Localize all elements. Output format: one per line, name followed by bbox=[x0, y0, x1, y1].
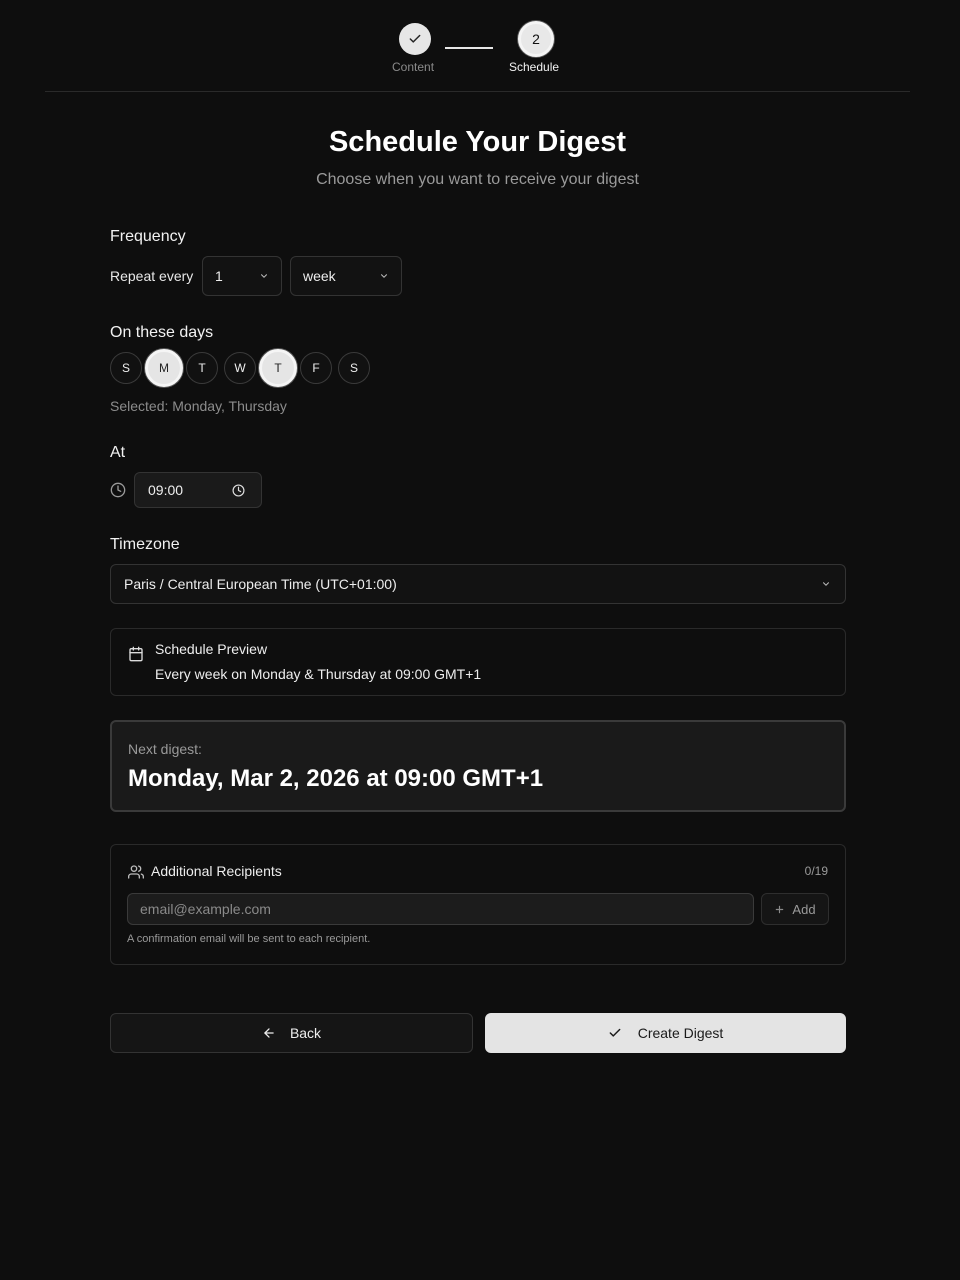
page-subtitle: Choose when you want to receive your dig… bbox=[316, 171, 639, 188]
recipients-count: 0/19 bbox=[804, 864, 828, 878]
page-title: Schedule Your Digest bbox=[328, 126, 627, 158]
unit-select[interactable]: week bbox=[290, 256, 402, 296]
chevron-down-icon bbox=[260, 274, 268, 278]
day-toggle-wednesday[interactable]: W bbox=[224, 352, 256, 384]
schedule-preview-card: Schedule Preview Every week on Monday & … bbox=[110, 628, 846, 696]
next-digest-card: Next digest: Monday, Mar 2, 2026 at 09:0… bbox=[110, 720, 846, 812]
days-label: On these days bbox=[110, 324, 214, 341]
stepper: 2 Content Schedule bbox=[0, 0, 960, 92]
timezone-value: Paris / Central European Time (UTC+01:00… bbox=[124, 576, 397, 592]
step-content-completed[interactable] bbox=[399, 23, 431, 55]
time-value: 09:00 bbox=[148, 482, 184, 498]
back-button-label: Back bbox=[289, 1025, 322, 1041]
day-toggle-saturday[interactable]: S bbox=[338, 352, 370, 384]
step-label-schedule: Schedule bbox=[509, 60, 560, 74]
back-button[interactable]: Back bbox=[110, 1013, 473, 1053]
recipient-email-input[interactable] bbox=[127, 893, 754, 925]
users-icon bbox=[128, 865, 144, 879]
chevron-down-icon bbox=[380, 274, 388, 278]
create-digest-label: Create Digest bbox=[637, 1025, 724, 1041]
timezone-select[interactable]: Paris / Central European Time (UTC+01:00… bbox=[110, 564, 846, 604]
add-recipient-button[interactable]: Add bbox=[761, 893, 829, 925]
interval-select[interactable]: 1 bbox=[202, 256, 282, 296]
check-icon bbox=[609, 1028, 621, 1037]
recipients-title: Additional Recipients bbox=[151, 863, 282, 879]
clock-icon bbox=[110, 482, 126, 498]
chevron-down-icon bbox=[822, 582, 830, 586]
timezone-label: Timezone bbox=[110, 536, 180, 553]
clock-picker-icon[interactable] bbox=[232, 483, 245, 497]
recipients-note: A confirmation email will be sent to eac… bbox=[127, 933, 371, 945]
time-input[interactable]: 09:00 bbox=[134, 472, 262, 508]
arrow-left-icon bbox=[264, 1028, 274, 1038]
header-divider bbox=[45, 91, 910, 92]
step-label-content: Content bbox=[392, 60, 435, 74]
recipients-card: Additional Recipients 0/19 Add A confirm… bbox=[110, 844, 846, 965]
day-toggle-thursday[interactable]: T bbox=[259, 349, 297, 387]
calendar-icon bbox=[129, 646, 143, 662]
next-digest-label: Next digest: bbox=[128, 741, 202, 757]
schedule-preview-title: Schedule Preview bbox=[155, 641, 268, 657]
step-schedule-current: 2 bbox=[518, 21, 554, 57]
frequency-label: Frequency bbox=[110, 228, 186, 245]
selected-days-text: Selected: Monday, Thursday bbox=[110, 398, 287, 414]
add-recipient-label: Add bbox=[792, 901, 816, 917]
day-toggle-sunday[interactable]: S bbox=[110, 352, 142, 384]
day-toggle-monday[interactable]: M bbox=[145, 349, 183, 387]
day-toggle-friday[interactable]: F bbox=[300, 352, 332, 384]
repeat-every-text: Repeat every bbox=[110, 268, 194, 284]
interval-value: 1 bbox=[215, 268, 223, 284]
unit-value: week bbox=[303, 268, 336, 284]
plus-icon bbox=[776, 905, 784, 913]
day-toggle-tuesday[interactable]: T bbox=[186, 352, 218, 384]
step-connector bbox=[445, 47, 493, 49]
check-icon bbox=[409, 34, 421, 43]
next-digest-value: Monday, Mar 2, 2026 at 09:00 GMT+1 bbox=[128, 765, 544, 792]
step-number: 2 bbox=[532, 31, 540, 47]
time-label: At bbox=[110, 444, 126, 461]
schedule-preview-text: Every week on Monday & Thursday at 09:00… bbox=[155, 666, 482, 682]
create-digest-button[interactable]: Create Digest bbox=[485, 1013, 846, 1053]
